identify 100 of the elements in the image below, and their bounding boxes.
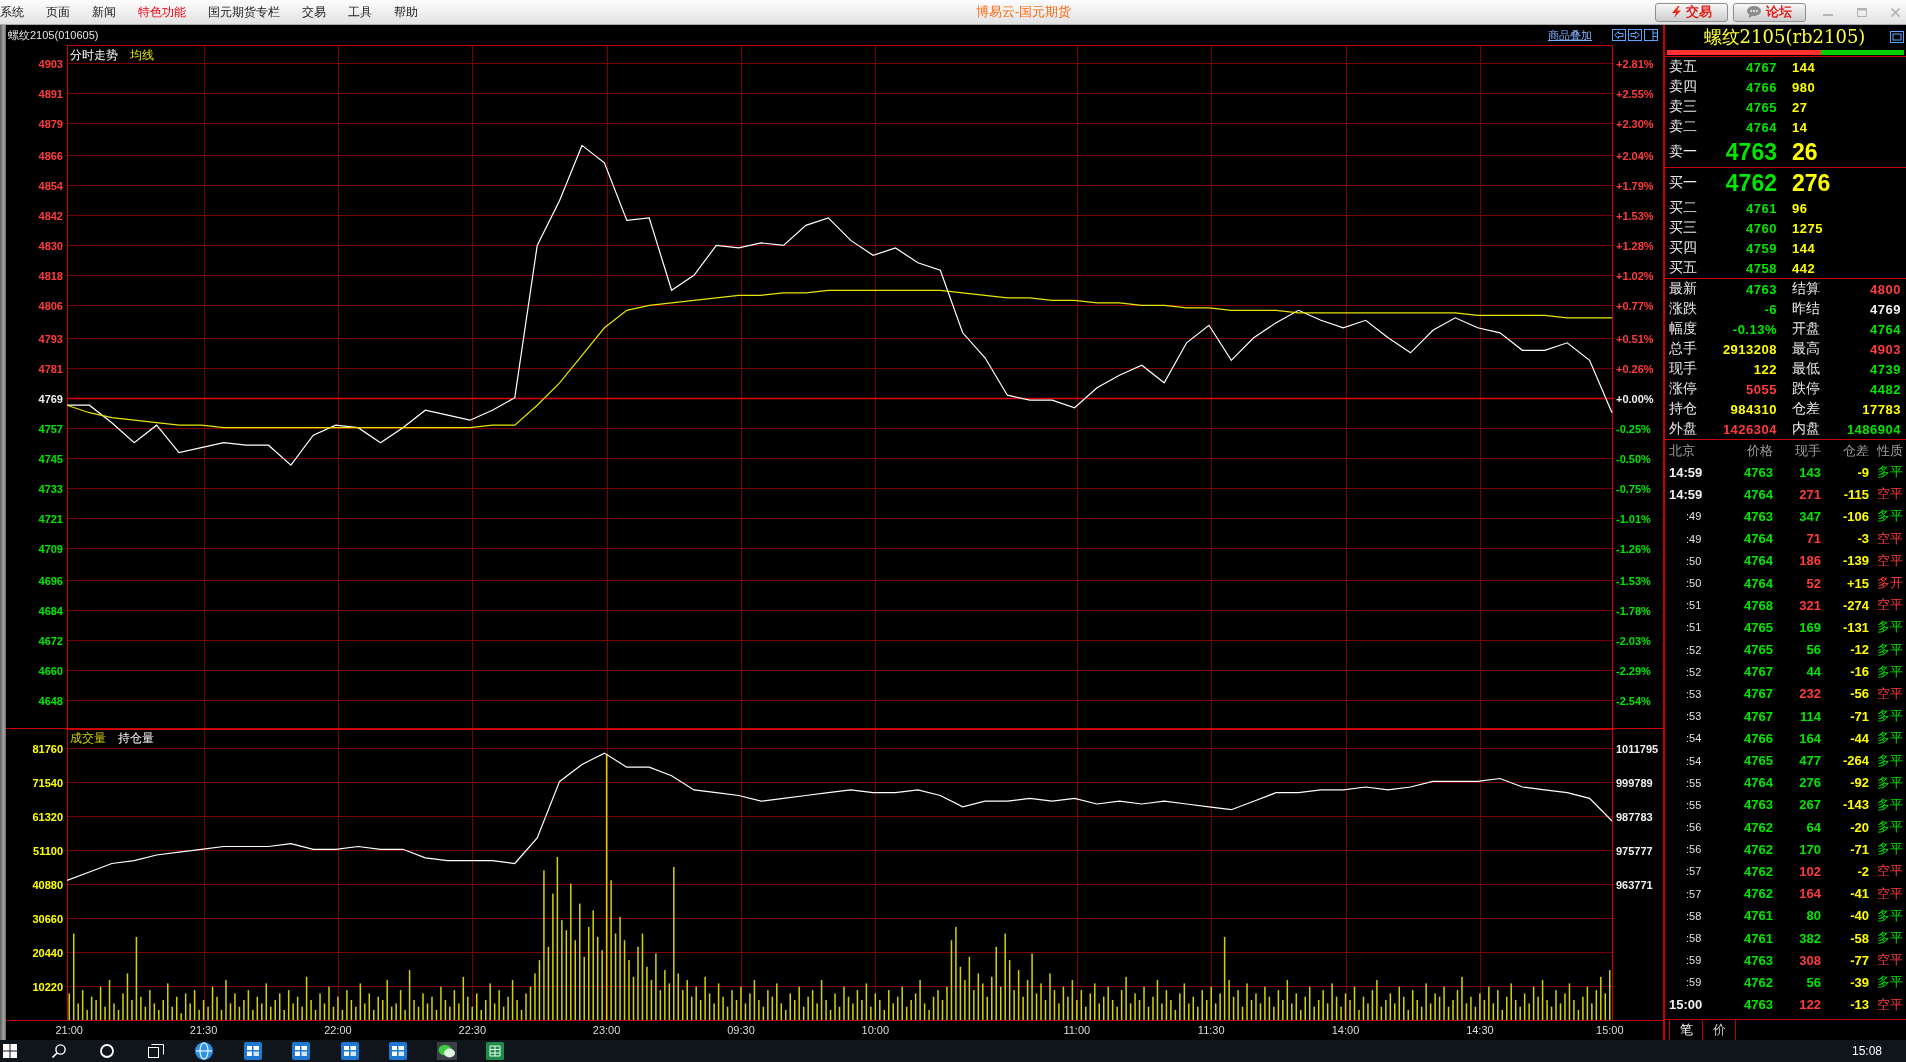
forum-button[interactable]: 论坛 [1733,2,1806,22]
volume-bar [977,973,980,1020]
trade-change: -71 [1850,708,1869,724]
volume-bar [1398,986,1401,1020]
menu-item[interactable]: 工具 [348,4,372,20]
stat-value: 1426304 [1722,421,1777,437]
volume-bar [1089,993,1092,1020]
price-value: 4764 [1746,119,1777,135]
chat-bubbles-icon[interactable] [436,1042,457,1060]
menu-item[interactable]: 特色功能 [138,4,186,20]
trade-volume: 114 [1800,708,1821,724]
search-icon[interactable] [51,1044,66,1058]
volume-bar [81,990,84,1020]
axis-label: 4781 [38,362,63,375]
column-header: 价格 [1747,441,1773,460]
symbol-label: 螺纹2105(010605) [7,27,99,43]
menu-item[interactable]: 帮助 [394,4,418,20]
trade-price: 4767 [1744,664,1773,680]
volume-bar [659,990,662,1020]
volume-bar [1456,990,1459,1020]
trade-volume: 71 [1806,531,1821,547]
axis-label: 999789 [1616,776,1653,789]
price-value: 4765 [1746,99,1777,115]
trade-change: -71 [1850,841,1869,857]
trade-button[interactable]: 交易 [1655,2,1728,22]
trade-change: -115 [1843,486,1869,502]
right-arrow-icon[interactable] [1628,29,1642,41]
trade-time: :50 [1686,577,1702,590]
trade-price: 4767 [1744,686,1773,702]
axis-label: 4818 [38,269,63,282]
stat-label: 现手 [1669,360,1697,378]
trade-price: 4763 [1744,508,1773,524]
spreadsheet-icon[interactable] [486,1042,505,1060]
volume-bar [1120,990,1123,1020]
axis-label: +1.28% [1616,239,1654,252]
window-icon[interactable] [389,1042,408,1060]
volume-value: 96 [1792,200,1808,216]
globe-icon[interactable] [195,1042,214,1060]
volume-bar [793,1000,796,1020]
volume-bar [699,1000,702,1020]
menu-item[interactable]: 系统 [0,4,24,20]
window-icon[interactable] [292,1042,311,1060]
menu-item[interactable]: 页面 [46,4,70,20]
window-icon[interactable] [340,1042,359,1060]
volume-bar [1514,1000,1517,1020]
axis-label: 71540 [32,776,63,789]
window-icon[interactable] [243,1042,262,1060]
trade-price: 4764 [1744,775,1773,791]
instrument-title: 螺纹2105(rb2105) [1703,25,1866,49]
stat-value: 4482 [1870,381,1901,397]
volume-bar [1102,996,1105,1020]
legend-label: 成交量 [70,731,106,745]
volume-value: 27 [1792,99,1808,115]
ring-icon[interactable] [100,1044,115,1058]
volume-value: 276 [1792,169,1831,197]
start-icon[interactable] [3,1044,18,1058]
left-arrow-icon[interactable] [1612,29,1626,41]
task-view-icon[interactable] [147,1044,164,1058]
volume-bar [426,1003,429,1020]
trade-volume: 169 [1799,619,1821,635]
menu-item[interactable]: 新闻 [92,4,116,20]
axis-label: +2.81% [1616,57,1654,70]
trade-price: 4766 [1744,730,1773,746]
quote-label: 买三 [1669,219,1697,237]
trade-time: :56 [1686,843,1702,856]
trade-change: -56 [1850,686,1869,702]
volume-bar [1483,1000,1486,1020]
volume-bar [238,1006,241,1020]
volume-value: 144 [1792,240,1816,256]
maximize-icon[interactable] [1890,31,1904,43]
trade-change: -106 [1842,508,1869,524]
trade-volume: 267 [1799,797,1821,813]
panel-layout-icon[interactable] [1644,29,1658,41]
volume-bar [717,983,720,1020]
volume-bar [1532,986,1535,1020]
volume-bar [632,976,635,1020]
volume-value: 980 [1792,79,1816,95]
axis-label: 4648 [38,694,63,707]
volume-bar [914,993,917,1020]
volume-bar [708,993,711,1020]
volume-bar [202,1000,205,1020]
volume-bar [1344,993,1347,1020]
trade-change: -92 [1850,775,1869,791]
trade-time: :58 [1686,909,1702,922]
trade-price: 4768 [1744,597,1773,613]
trade-time: :51 [1686,599,1702,612]
overlay-link[interactable]: 商品叠加 [1548,27,1592,43]
axis-label: 11:30 [1197,1024,1225,1036]
volume-bar [1335,996,1338,1020]
axis-label: 4842 [38,209,63,222]
volume-bar [650,980,653,1020]
menu-item[interactable]: 国元期货专栏 [208,4,280,20]
tab[interactable]: 笔 [1669,1020,1703,1040]
axis-label: 14:00 [1331,1024,1360,1036]
menu-item[interactable]: 交易 [302,4,326,20]
trade-price: 4765 [1744,642,1773,658]
trade-change: -2 [1857,863,1869,879]
volume-bar [856,990,859,1020]
axis-label: -1.26% [1616,542,1651,555]
quote-label: 卖一 [1669,143,1697,161]
